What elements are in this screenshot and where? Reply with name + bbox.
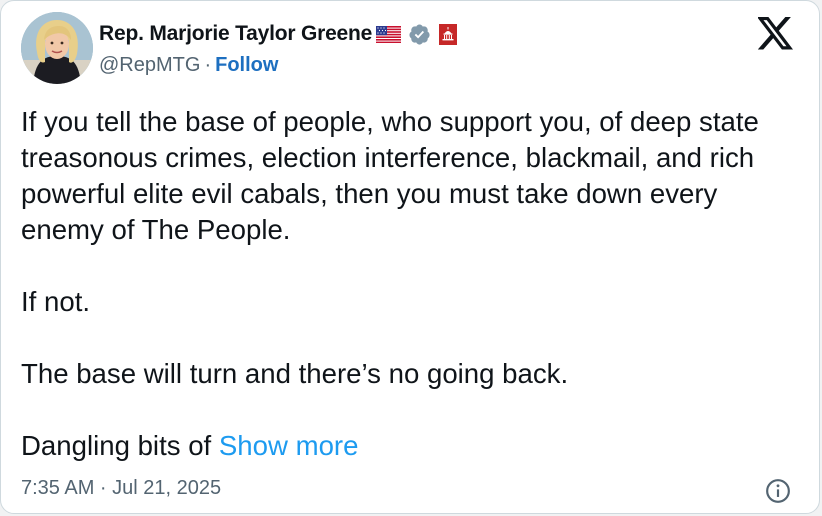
tweet-paragraph: If you tell the base of people, who supp… bbox=[21, 106, 759, 245]
capitol-icon[interactable] bbox=[439, 23, 458, 45]
tweet-paragraph: The base will turn and there’s no going … bbox=[21, 358, 569, 389]
follow-button[interactable]: Follow bbox=[215, 54, 278, 77]
author-handle[interactable]: @RepMTG bbox=[99, 54, 200, 77]
us-flag-icon bbox=[376, 25, 402, 43]
tweet-truncated-text: Dangling bits of bbox=[21, 430, 212, 461]
x-logo-icon[interactable] bbox=[757, 17, 794, 50]
author-handle-row: @RepMTG · Follow bbox=[99, 52, 278, 78]
author-display-name[interactable]: Rep. Marjorie Taylor Greene bbox=[99, 22, 372, 46]
info-icon[interactable] bbox=[765, 478, 791, 504]
avatar-image bbox=[21, 12, 93, 84]
show-more-link[interactable]: Show more bbox=[219, 430, 359, 461]
tweet-timestamp[interactable]: 7:35 AM · Jul 21, 2025 bbox=[21, 477, 221, 500]
tweet-truncated-line: Dangling bits of Show more bbox=[21, 428, 806, 464]
author-name-row: Rep. Marjorie Taylor Greene bbox=[99, 20, 458, 48]
handle-separator: · bbox=[204, 53, 212, 76]
tweet-card: Rep. Marjorie Taylor Greene @RepMTG · Fo… bbox=[0, 0, 820, 514]
avatar[interactable] bbox=[21, 12, 93, 84]
tweet-text: If you tell the base of people, who supp… bbox=[21, 104, 806, 464]
tweet-paragraph: If not. bbox=[21, 286, 91, 317]
verified-badge-icon[interactable] bbox=[408, 23, 431, 46]
